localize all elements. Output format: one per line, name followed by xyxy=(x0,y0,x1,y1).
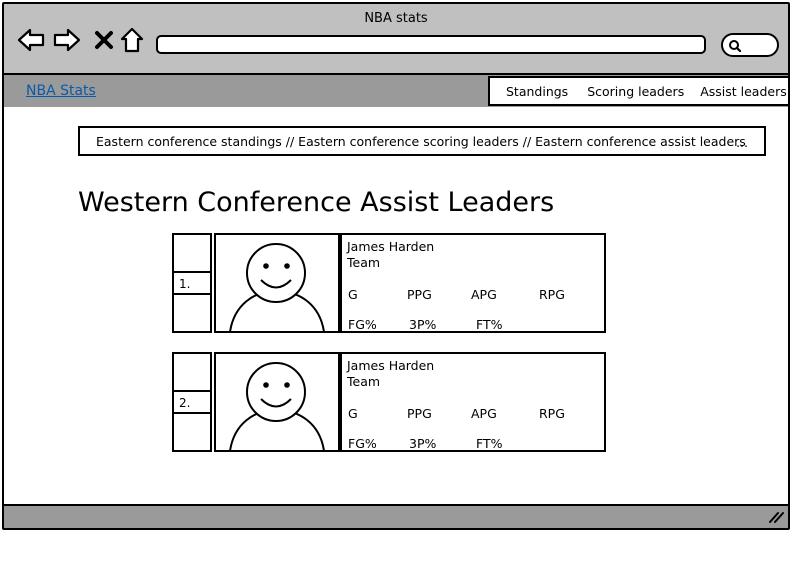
player-team: Team xyxy=(347,374,381,389)
search-button[interactable] xyxy=(721,33,779,57)
player-info: James Harden Team G PPG APG RPG FG% 3P% … xyxy=(340,352,606,452)
player-avatar xyxy=(214,233,340,333)
nav-item-assist-leaders[interactable]: Assist leaders xyxy=(700,84,787,99)
rank-label: 2. xyxy=(172,390,212,414)
title-bar: NBA stats xyxy=(4,4,788,75)
search-icon xyxy=(729,40,742,53)
player-team: Team xyxy=(347,255,381,270)
stat-fg: FG% xyxy=(348,436,377,451)
player-name: James Harden xyxy=(347,358,435,373)
stat-ppg: PPG xyxy=(407,406,432,421)
stat-fg: FG% xyxy=(348,317,377,332)
close-icon[interactable] xyxy=(90,26,118,54)
stat-rpg: RPG xyxy=(539,406,565,421)
player-info: James Harden Team G PPG APG RPG FG% 3P% … xyxy=(340,233,606,333)
breadcrumb: Eastern conference standings // Eastern … xyxy=(78,126,766,156)
breadcrumb-links[interactable]: Eastern conference standings // Eastern … xyxy=(96,134,746,149)
stat-apg: APG xyxy=(471,287,497,302)
rank-label: 1. xyxy=(172,271,212,295)
back-icon[interactable] xyxy=(17,26,45,54)
window-title: NBA stats xyxy=(364,11,428,26)
nav-menu: Standings Scoring leaders Assist leaders xyxy=(488,76,790,106)
page-title: Western Conference Assist Leaders xyxy=(78,187,555,218)
stat-ppg: PPG xyxy=(407,287,432,302)
brand-link[interactable]: NBA Stats xyxy=(26,83,96,99)
stat-g: G xyxy=(348,406,358,421)
breadcrumb-ellipsis[interactable]: ... xyxy=(736,135,748,150)
stat-ft: FT% xyxy=(476,317,503,332)
stat-ft: FT% xyxy=(476,436,503,451)
stat-g: G xyxy=(348,287,358,302)
resize-grip-icon[interactable] xyxy=(768,510,784,524)
stat-apg: APG xyxy=(471,406,497,421)
nav-item-standings[interactable]: Standings xyxy=(506,84,568,99)
status-bar xyxy=(4,504,788,528)
stat-3p: 3P% xyxy=(409,317,437,332)
browser-window: NBA stats NBA Stats Standings Scoring le… xyxy=(2,2,790,530)
player-card[interactable]: 2. James Harden Team G PPG APG RPG FG% 3… xyxy=(172,352,606,454)
stat-rpg: RPG xyxy=(539,287,565,302)
home-icon[interactable] xyxy=(118,26,146,54)
player-name: James Harden xyxy=(347,239,435,254)
player-card[interactable]: 1. James Harden Team G PPG APG RPG FG% 3… xyxy=(172,233,606,335)
player-avatar xyxy=(214,352,340,452)
nav-item-scoring-leaders[interactable]: Scoring leaders xyxy=(587,84,684,99)
stat-3p: 3P% xyxy=(409,436,437,451)
forward-icon[interactable] xyxy=(53,26,81,54)
site-navbar: NBA Stats Standings Scoring leaders Assi… xyxy=(4,75,790,107)
address-bar[interactable] xyxy=(156,35,706,54)
